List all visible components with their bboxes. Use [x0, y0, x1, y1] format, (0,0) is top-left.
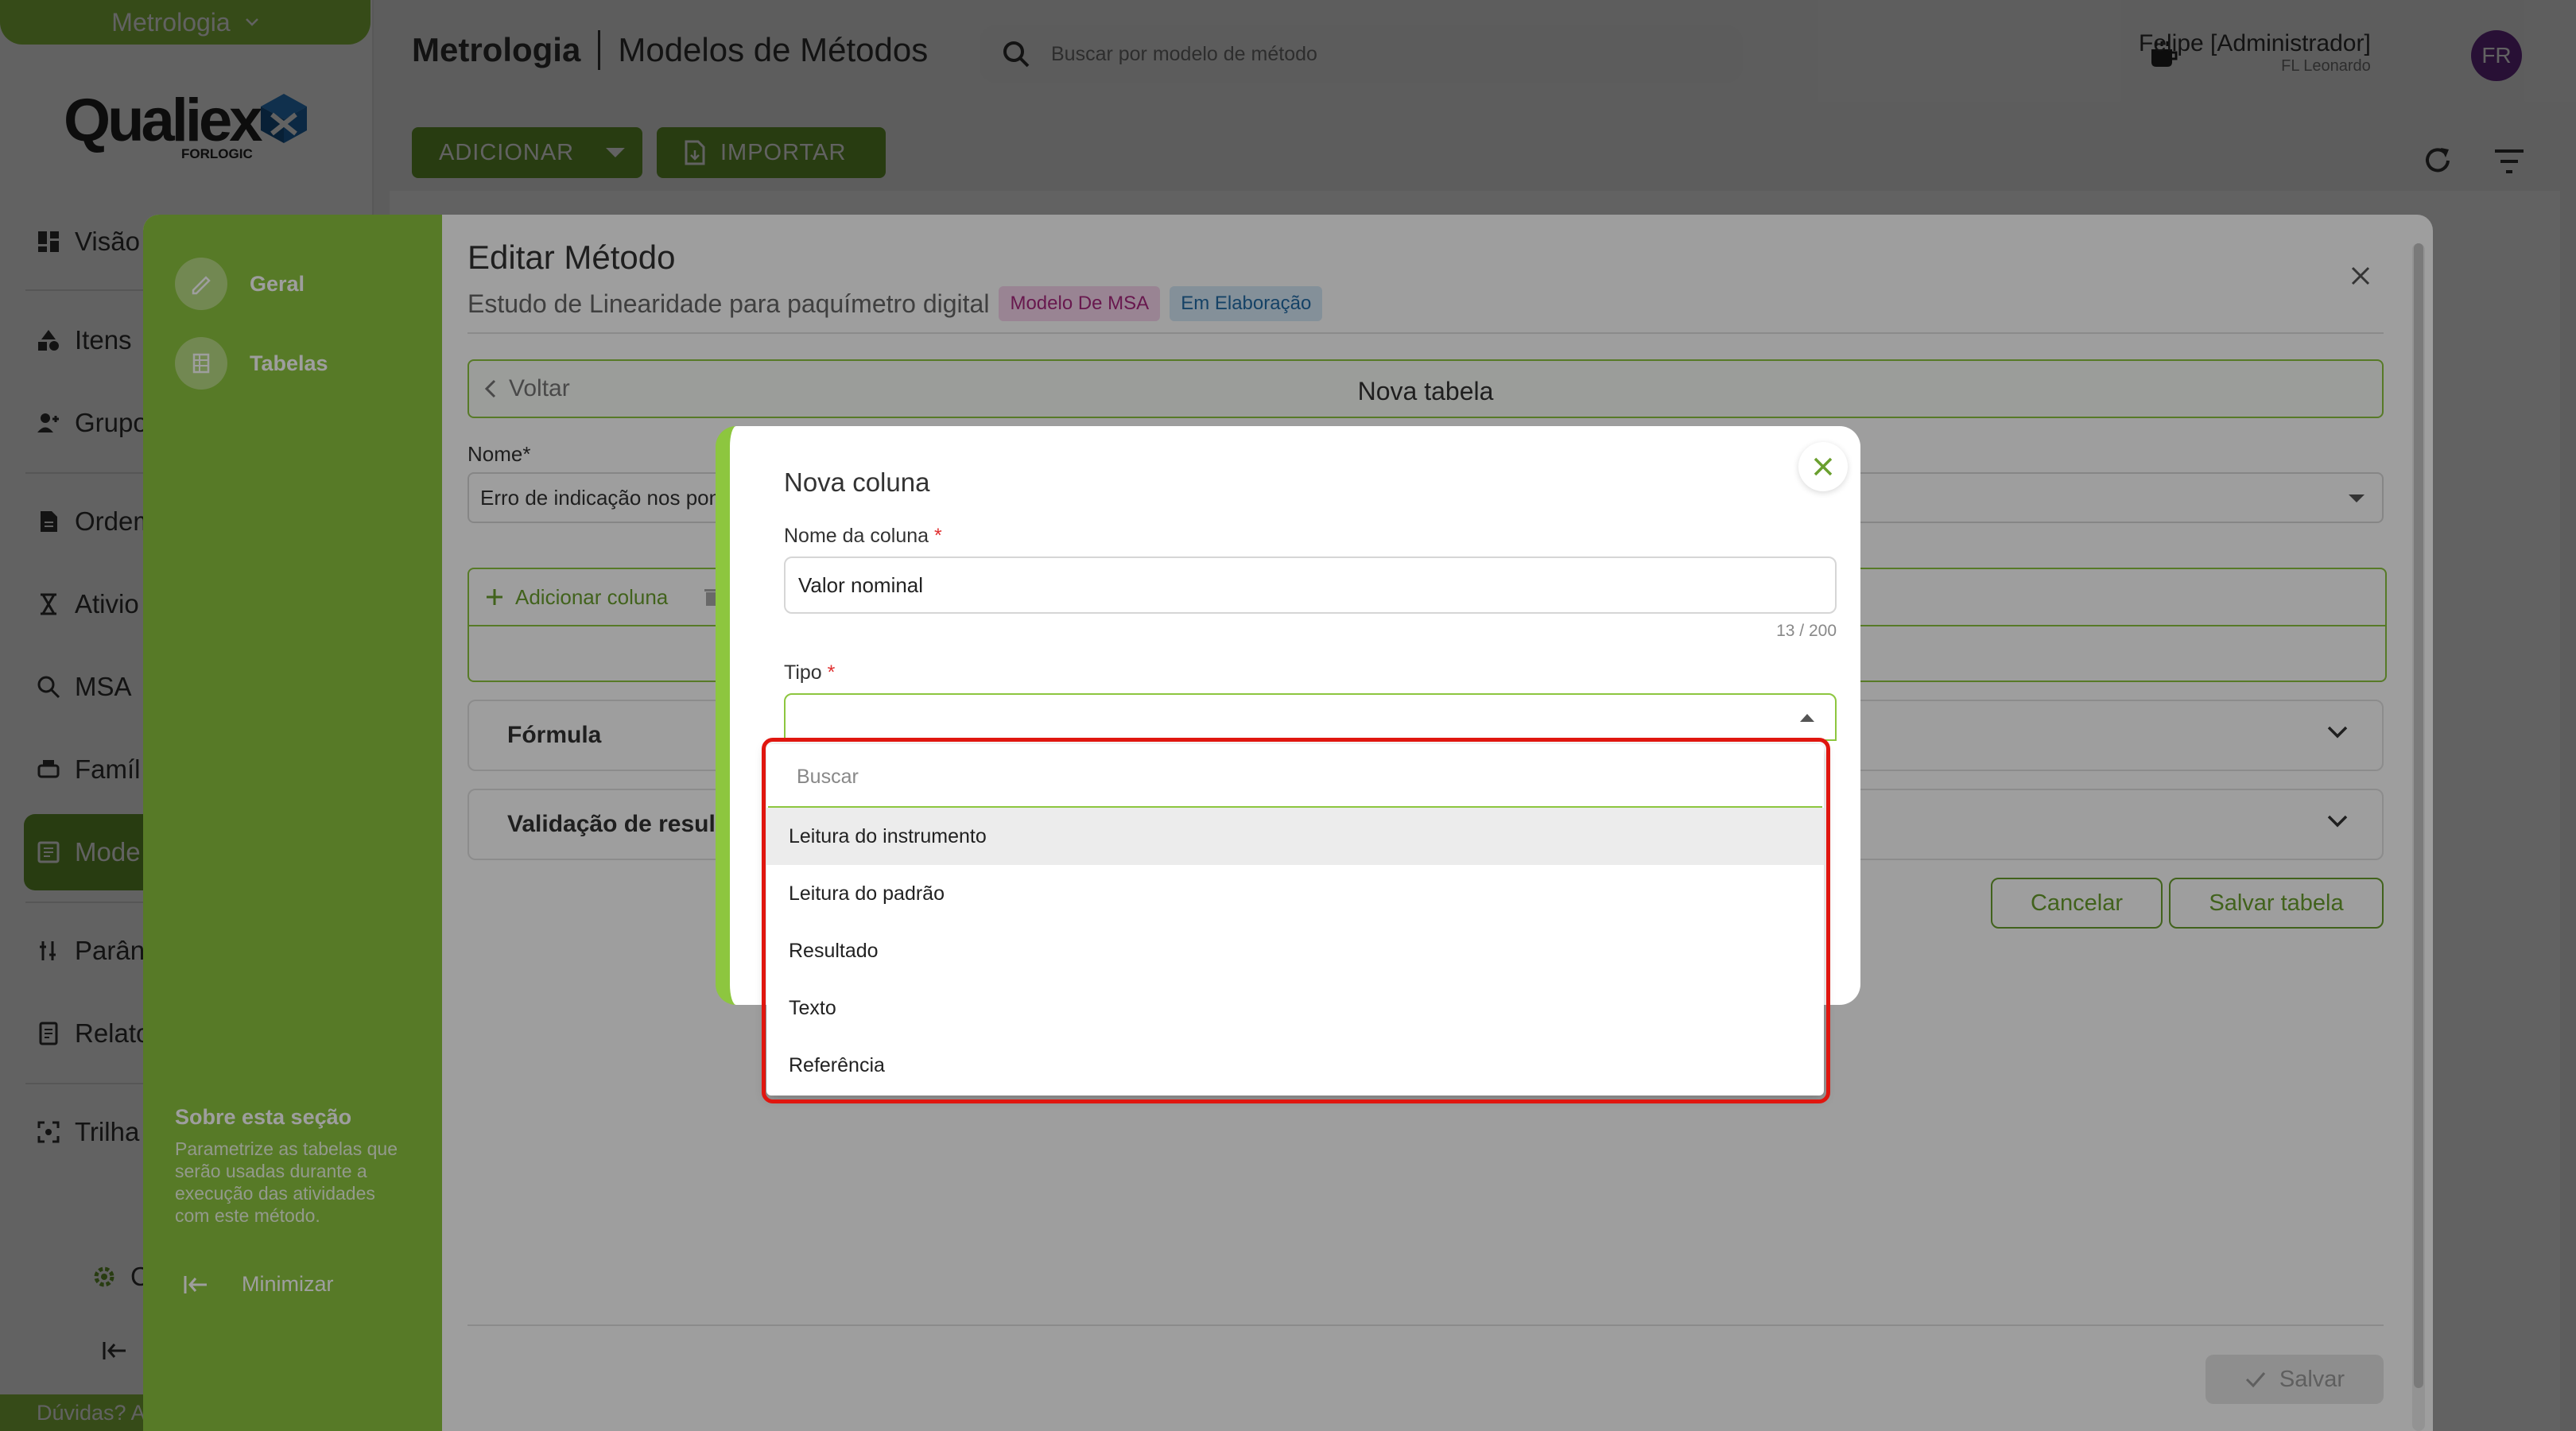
caret-up-icon — [1800, 714, 1814, 722]
highlight-box — [762, 738, 1830, 1103]
close-icon[interactable] — [1798, 442, 1848, 491]
column-name-label: Nome da coluna * — [784, 525, 942, 548]
type-label: Tipo * — [784, 661, 835, 684]
column-name-label-text: Nome da coluna — [784, 525, 929, 547]
required-mark: * — [934, 525, 942, 547]
type-label-text: Tipo — [784, 661, 822, 684]
char-counter: 13 / 200 — [1776, 622, 1837, 640]
type-select[interactable] — [784, 693, 1837, 741]
modal-title: Nova coluna — [784, 467, 930, 497]
required-mark: * — [827, 661, 836, 684]
column-name-field[interactable]: Valor nominal — [784, 556, 1837, 614]
